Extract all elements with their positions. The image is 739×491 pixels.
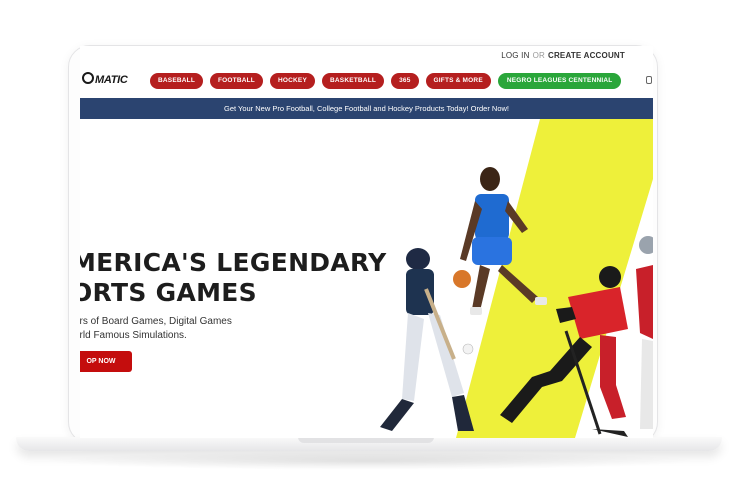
mockup-stage: LOG IN OR CREATE ACCOUNT MATIC BASEBALL FO… [0,0,739,491]
login-link[interactable]: LOG IN [501,51,529,60]
main-nav: BASEBALL FOOTBALL HOCKEY BASKETBALL 365 … [150,73,622,89]
hero-section: MERICA'S LEGENDARY ORTS GAMES ars of Boa… [80,119,653,438]
account-links: LOG IN OR CREATE ACCOUNT [501,51,625,60]
nav-hockey[interactable]: HOCKEY [269,73,315,89]
hero-subtext: ars of Board Games, Digital Games orld F… [80,315,232,343]
hero-headline-line1: MERICA'S LEGENDARY [80,248,387,277]
nav-basketball[interactable]: BASKETBALL [322,73,385,89]
promo-banner[interactable]: Get Your New Pro Football, College Footb… [80,98,653,119]
nav-football[interactable]: FOOTBALL [210,73,263,89]
hero-headline-line2: ORTS GAMES [80,278,257,307]
or-separator: OR [532,51,545,60]
site-logo[interactable]: MATIC [82,72,128,86]
cart-icon[interactable] [646,76,652,84]
shop-now-button[interactable]: OP NOW [80,351,132,372]
nav-negro-leagues-centennial[interactable]: NEGRO LEAGUES CENTENNIAL [497,73,622,89]
create-account-link[interactable]: CREATE ACCOUNT [548,51,625,60]
nav-365[interactable]: 365 [391,73,419,89]
hero-headline: MERICA'S LEGENDARY ORTS GAMES [80,248,387,308]
laptop-screen: LOG IN OR CREATE ACCOUNT MATIC BASEBALL FO… [80,46,653,438]
logo-ring-icon [82,72,94,84]
hero-subtext-line1: ars of Board Games, Digital Games [80,316,232,327]
hero-subtext-line2: orld Famous Simulations. [80,330,187,341]
nav-gifts-more[interactable]: GIFTS & MORE [425,73,491,89]
partial-player-figure [636,236,653,429]
nav-baseball[interactable]: BASEBALL [150,73,203,89]
logo-text: MATIC [95,74,128,86]
laptop-shadow [40,452,700,470]
